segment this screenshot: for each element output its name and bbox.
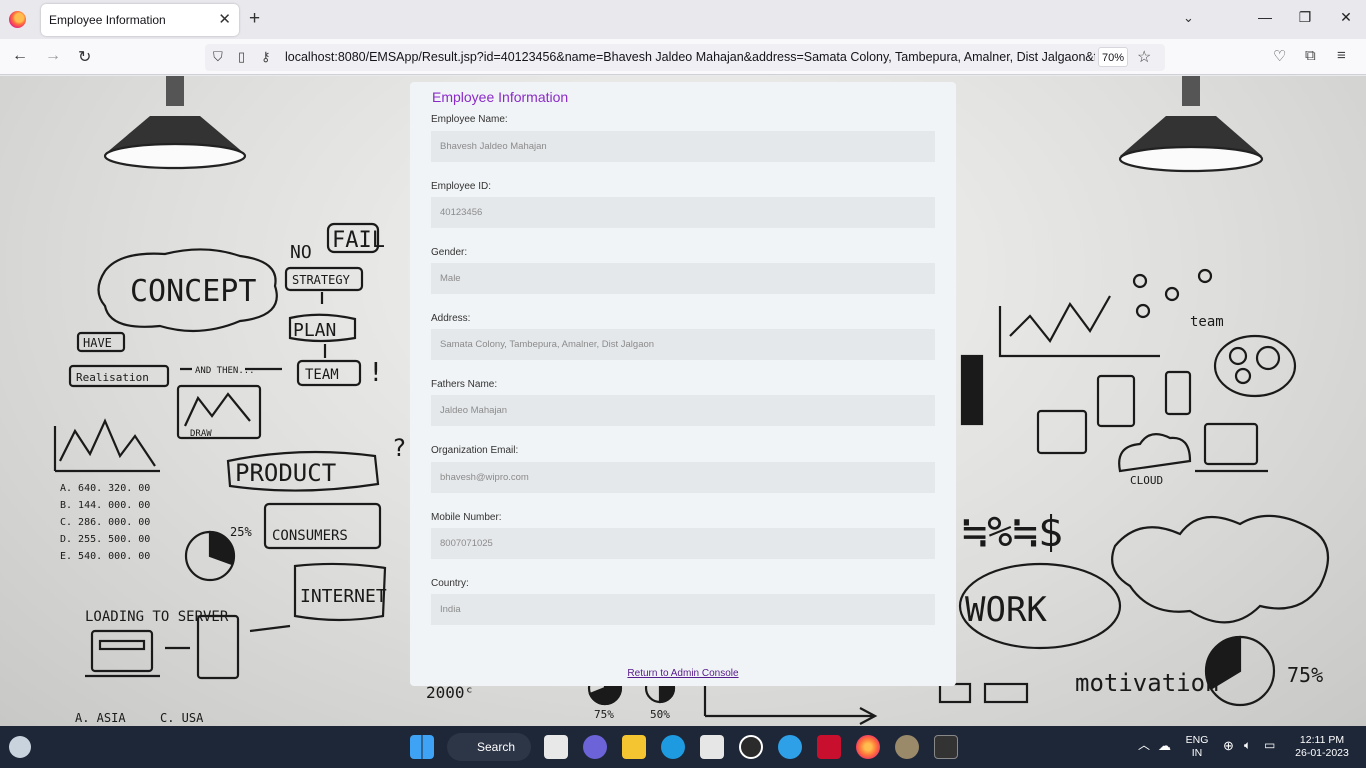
network-globe-icon[interactable]: ⊕ bbox=[1223, 739, 1234, 752]
svg-text:INTERNET: INTERNET bbox=[300, 586, 387, 607]
show-hidden-icons-chevron-icon[interactable]: ︿ bbox=[1138, 739, 1150, 752]
employee-id-field[interactable] bbox=[431, 197, 935, 228]
address-field[interactable] bbox=[431, 329, 935, 360]
ceiling-lamp-left-icon bbox=[103, 76, 247, 170]
svg-text:CONSUMERS: CONSUMERS bbox=[272, 528, 348, 544]
svg-text:HAVE: HAVE bbox=[83, 336, 112, 350]
svg-text:≒%≒$: ≒%≒$ bbox=[962, 507, 1063, 556]
extensions-icon[interactable]: ⧉ bbox=[1305, 47, 1316, 64]
employee-id-label: Employee ID: bbox=[431, 181, 492, 192]
windows-taskbar: ⌕ Search ︿ ☁ ENG IN ⊕ 🔈︎ ▭ 12:11 PM 26-0… bbox=[0, 726, 1366, 768]
help-icon[interactable] bbox=[778, 735, 802, 759]
svg-text:AND THEN...: AND THEN... bbox=[195, 366, 255, 376]
mobile-number-label: Mobile Number: bbox=[431, 512, 502, 523]
mobile-number-field[interactable] bbox=[431, 528, 935, 559]
shield-icon[interactable]: ⛉ bbox=[213, 49, 223, 65]
window-close-icon[interactable]: ✕ bbox=[1331, 9, 1361, 26]
minimize-icon[interactable]: — bbox=[1250, 9, 1280, 25]
reload-icon[interactable]: ↻ bbox=[78, 47, 91, 67]
employee-info-card: Employee Information Employee Name: Empl… bbox=[410, 82, 956, 686]
svg-text:CONCEPT: CONCEPT bbox=[130, 274, 256, 309]
svg-text:!: ! bbox=[368, 358, 384, 388]
svg-text:TEAM: TEAM bbox=[305, 367, 339, 383]
svg-text:25%: 25% bbox=[230, 525, 252, 539]
svg-text:75%: 75% bbox=[594, 708, 614, 721]
back-icon[interactable]: ← bbox=[12, 47, 28, 65]
svg-text:PLAN: PLAN bbox=[293, 320, 336, 341]
svg-text:WORK: WORK bbox=[965, 590, 1047, 630]
svg-text:50%: 50% bbox=[650, 708, 670, 721]
svg-text:Realisation: Realisation bbox=[76, 371, 149, 384]
svg-text:NO: NO bbox=[290, 242, 312, 263]
restore-icon[interactable]: ❐ bbox=[1290, 9, 1320, 26]
battery-icon[interactable]: ▭ bbox=[1264, 739, 1275, 752]
country-label: Country: bbox=[431, 578, 469, 589]
svg-text:C. 286. 000. 00: C. 286. 000. 00 bbox=[60, 517, 150, 528]
address-label: Address: bbox=[431, 313, 471, 324]
browser-tab-active[interactable]: Employee Information ✕ bbox=[41, 4, 239, 36]
browser-tab-strip: Employee Information ✕ + ⌄ — ❐ ✕ bbox=[0, 0, 1366, 39]
svg-text:E. 540. 000. 00: E. 540. 000. 00 bbox=[60, 551, 150, 562]
page-background: CONCEPT FAIL NO STRATEGY PLAN TEAM ! HAV… bbox=[0, 76, 1366, 726]
svg-text:team: team bbox=[1190, 314, 1224, 330]
close-tab-icon[interactable]: ✕ bbox=[218, 10, 231, 28]
taskbar-search-button[interactable]: Search bbox=[447, 733, 531, 761]
permissions-key-icon[interactable]: ⚷ bbox=[261, 49, 271, 65]
gender-field[interactable] bbox=[431, 263, 935, 294]
svg-text:B. 144. 000. 00: B. 144. 000. 00 bbox=[60, 500, 150, 511]
svg-text:STRATEGY: STRATEGY bbox=[292, 273, 351, 287]
url-text[interactable]: localhost:8080/EMSApp/Result.jsp?id=4012… bbox=[285, 50, 1095, 64]
svg-text:D. 255. 500. 00: D. 255. 500. 00 bbox=[60, 534, 150, 545]
weather-widget-icon[interactable] bbox=[9, 736, 31, 758]
fathers-name-label: Fathers Name: bbox=[431, 379, 498, 390]
mcafee-icon[interactable] bbox=[817, 735, 841, 759]
svg-text:75%: 75% bbox=[1287, 663, 1323, 687]
employee-name-label: Employee Name: bbox=[431, 114, 508, 125]
gender-label: Gender: bbox=[431, 247, 468, 258]
app-icon[interactable] bbox=[739, 735, 763, 759]
tab-title: Employee Information bbox=[49, 13, 166, 27]
page-title: Employee Information bbox=[432, 89, 569, 105]
settings-gear-icon[interactable] bbox=[895, 735, 919, 759]
zoom-level-badge[interactable]: 70% bbox=[1098, 47, 1128, 67]
svg-text:CLOUD: CLOUD bbox=[1130, 474, 1163, 487]
onedrive-cloud-icon[interactable]: ☁ bbox=[1158, 739, 1171, 752]
browser-navigation-bar: ← → ↻ ⛉ ▯ ⚷ localhost:8080/EMSApp/Result… bbox=[0, 39, 1366, 75]
page-icon[interactable]: ▯ bbox=[238, 49, 245, 65]
language-indicator[interactable]: ENG IN bbox=[1183, 734, 1211, 760]
svg-text:?: ? bbox=[392, 434, 406, 462]
microsoft-store-icon[interactable] bbox=[700, 735, 724, 759]
svg-text:FAIL: FAIL bbox=[332, 228, 385, 253]
organization-email-label: Organization Email: bbox=[431, 445, 519, 456]
teams-chat-icon[interactable] bbox=[583, 735, 607, 759]
country-field[interactable] bbox=[431, 594, 935, 625]
employee-name-field[interactable] bbox=[431, 131, 935, 162]
edge-browser-icon[interactable] bbox=[661, 735, 685, 759]
new-tab-icon[interactable]: + bbox=[249, 8, 260, 30]
return-to-admin-console-link[interactable]: Return to Admin Console bbox=[410, 668, 956, 679]
svg-text:A. ASIA: A. ASIA bbox=[75, 711, 126, 725]
bookmark-star-icon[interactable]: ☆ bbox=[1137, 47, 1151, 67]
system-clock[interactable]: 12:11 PM 26-01-2023 bbox=[1290, 734, 1354, 760]
address-bar[interactable]: ⛉ ▯ ⚷ localhost:8080/EMSApp/Result.jsp?i… bbox=[205, 44, 1165, 71]
windows-start-icon[interactable] bbox=[410, 735, 434, 759]
file-explorer-icon[interactable] bbox=[622, 735, 646, 759]
svg-text:A. 640. 320. 00: A. 640. 320. 00 bbox=[60, 483, 150, 494]
volume-icon[interactable]: 🔈︎ bbox=[1244, 739, 1251, 752]
terminal-icon[interactable] bbox=[934, 735, 958, 759]
menu-hamburger-icon[interactable]: ≡ bbox=[1337, 47, 1346, 64]
svg-text:DRAW: DRAW bbox=[190, 429, 212, 439]
pocket-icon[interactable]: ♡ bbox=[1273, 47, 1286, 65]
ceiling-lamp-right-icon bbox=[1118, 76, 1264, 173]
fathers-name-field[interactable] bbox=[431, 395, 935, 426]
svg-text:PRODUCT: PRODUCT bbox=[235, 459, 336, 487]
list-all-tabs-icon[interactable]: ⌄ bbox=[1183, 10, 1194, 26]
svg-text:C. USA: C. USA bbox=[160, 711, 204, 725]
firefox-logo-icon bbox=[9, 11, 26, 28]
firefox-taskbar-icon[interactable] bbox=[856, 735, 880, 759]
forward-icon[interactable]: → bbox=[45, 47, 61, 65]
task-view-icon[interactable] bbox=[544, 735, 568, 759]
organization-email-field[interactable] bbox=[431, 462, 935, 493]
svg-text:motivation: motivation bbox=[1075, 669, 1220, 697]
